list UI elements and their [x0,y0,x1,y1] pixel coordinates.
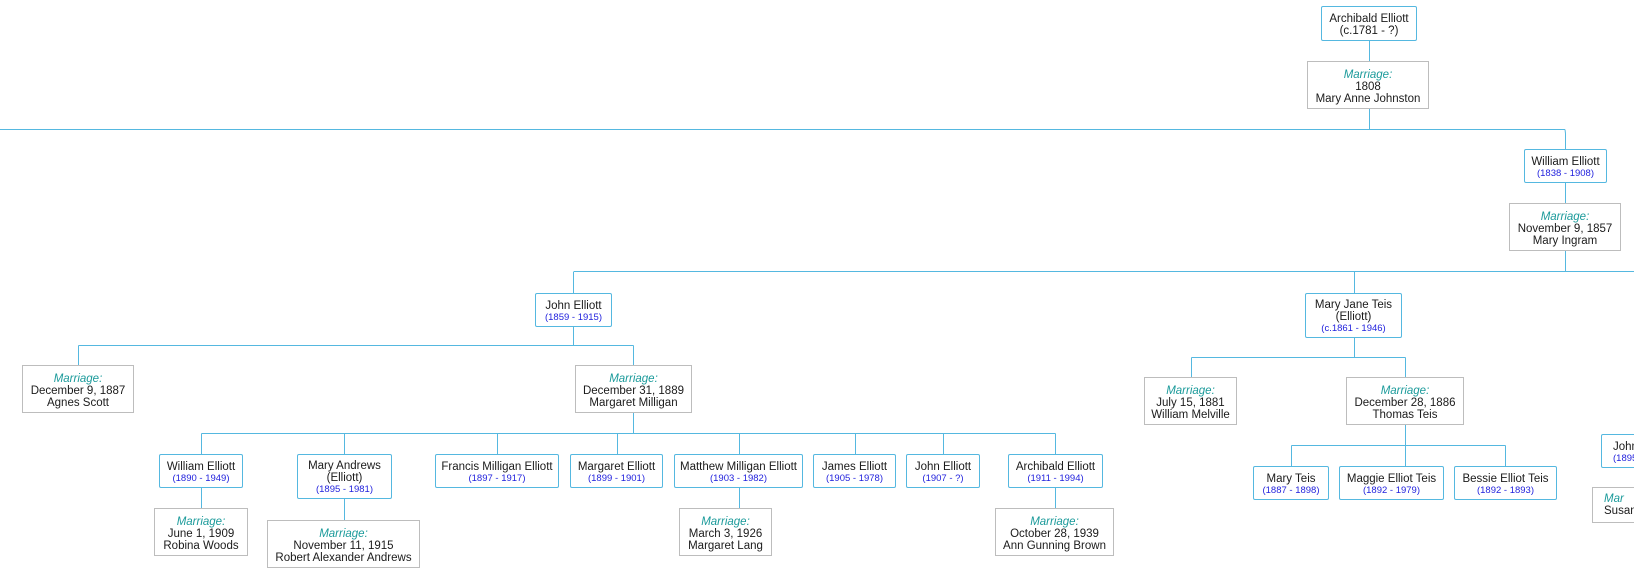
marriage-partial-susan[interactable]: Mar Susan [1592,487,1634,523]
person-dates: (c.1861 - 1946) [1321,323,1386,334]
person-dates: (1892 - 1893) [1476,485,1535,496]
person-dates: (1907 - ?) [922,473,964,484]
person-john-elliott-1859[interactable]: John Elliott (1859 - 1915) [535,293,612,327]
person-bessie-elliot-teis[interactable]: Bessie Elliot Teis (1892 - 1893) [1454,466,1557,500]
person-maggie-elliot-teis[interactable]: Maggie Elliot Teis (1892 - 1979) [1339,466,1444,500]
person-mary-andrews[interactable]: Mary Andrews (Elliott) (1895 - 1981) [297,454,392,499]
marriage-1889-margaret-milligan[interactable]: Marriage: December 31, 1889 Margaret Mil… [575,365,692,413]
marriage-spouse: Mary Anne Johnston [1315,93,1421,105]
person-dates: (1899 - 1901) [587,473,646,484]
marriage-1857[interactable]: Marriage: November 9, 1857 Mary Ingram [1509,203,1621,251]
marriage-spouse: Robina Woods [163,540,239,552]
marriage-date: July 15, 1881 [1156,397,1225,409]
marriage-spouse: Margaret Lang [688,540,763,552]
marriage-label: Marriage: [1343,69,1393,81]
marriage-date: November 9, 1857 [1517,223,1613,235]
person-name: Mary Jane Teis [1314,299,1393,311]
person-william-elliott-1890[interactable]: William Elliott (1890 - 1949) [159,454,243,488]
person-dates: (1890 - 1949) [172,473,230,484]
person-john-elliott-1907[interactable]: John Elliott (1907 - ?) [906,454,980,488]
marriage-label: Marriage: [1030,516,1079,528]
marriage-spouse: Agnes Scott [46,397,109,409]
marriage-date: December 31, 1889 [582,385,684,397]
marriage-date: December 28, 1886 [1354,397,1456,409]
person-mary-jane-teis[interactable]: Mary Jane Teis (Elliott) (c.1861 - 1946) [1305,293,1402,338]
person-name: John Elliott [914,461,972,473]
person-name: James Elliott [821,461,888,473]
person-dates: (1859 - 1915) [544,312,603,323]
marriage-date: June 1, 1909 [167,528,235,540]
marriage-1886-thomas-teis[interactable]: Marriage: December 28, 1886 Thomas Teis [1346,377,1464,425]
marriage-spouse: William Melville [1151,409,1230,421]
marriage-spouse: Mary Ingram [1532,235,1598,247]
marriage-label: Marriage: [319,528,368,540]
person-john-partial[interactable]: John (1895 [1601,434,1634,468]
person-mary-teis[interactable]: Mary Teis (1887 - 1898) [1253,466,1329,500]
person-name: Mary Teis [1266,473,1316,485]
person-name: Matthew Milligan Elliott [680,461,797,473]
person-dates: (1895 - 1981) [315,484,374,495]
marriage-spouse: Susan [1604,505,1634,517]
marriage-label: Marriage: [701,516,750,528]
person-name: William Elliott [166,461,236,473]
person-name: Mary Andrews [308,460,381,472]
person-name: John [1613,441,1634,453]
marriage-date: March 3, 1926 [688,528,763,540]
marriage-date: October 28, 1939 [1010,528,1099,540]
marriage-date: December 9, 1887 [30,385,126,397]
person-dates: (1903 - 1982) [709,473,768,484]
person-dates: (1838 - 1908) [1536,168,1595,179]
marriage-spouse: Robert Alexander Andrews [275,552,412,564]
person-matthew-milligan-elliott[interactable]: Matthew Milligan Elliott (1903 - 1982) [674,454,803,488]
person-dates: (1895 [1613,453,1634,464]
marriage-label: Marriage: [609,373,658,385]
marriage-date: November 11, 1915 [293,540,394,552]
person-name: William Elliott [1531,156,1600,168]
marriage-spouse: Margaret Milligan [589,397,678,409]
marriage-spouse: Ann Gunning Brown [1003,540,1106,552]
person-name: Francis Milligan Elliott [441,461,553,473]
marriage-date: 1808 [1355,81,1381,93]
marriage-1887-agnes-scott[interactable]: Marriage: December 9, 1887 Agnes Scott [22,365,134,413]
person-william-elliott-1838[interactable]: William Elliott (1838 - 1908) [1524,149,1607,183]
person-dates: (1905 - 1978) [825,473,884,484]
marriage-1881-william-melville[interactable]: Marriage: July 15, 1881 William Melville [1144,377,1237,425]
person-name: Bessie Elliot Teis [1462,473,1549,485]
person-name-maiden: (Elliott) [1335,311,1372,323]
person-dates: (1887 - 1898) [1262,485,1320,496]
person-name: Archibald Elliott [1015,461,1096,473]
person-archibald-elliott-1781[interactable]: Archibald Elliott (c.1781 - ?) [1321,6,1417,41]
marriage-1808[interactable]: Marriage: 1808 Mary Anne Johnston [1307,61,1429,109]
person-dates: (1897 - 1917) [468,473,526,484]
person-name: Archibald Elliott [1329,13,1409,25]
marriage-label: Marriage: [176,516,226,528]
marriage-label: Marriage: [1380,385,1430,397]
marriage-label: Mar [1604,493,1624,505]
person-name: Margaret Elliott [577,461,656,473]
marriage-1939-ann-gunning-brown[interactable]: Marriage: October 28, 1939 Ann Gunning B… [995,508,1114,556]
person-name-maiden: (Elliott) [326,472,363,484]
person-francis-milligan-elliott[interactable]: Francis Milligan Elliott (1897 - 1917) [435,454,559,488]
person-name: Maggie Elliot Teis [1346,473,1437,485]
person-name: John Elliott [545,300,602,312]
person-dates: (1911 - 1994) [1027,473,1084,484]
marriage-1926-margaret-lang[interactable]: Marriage: March 3, 1926 Margaret Lang [679,508,772,556]
person-james-elliott[interactable]: James Elliott (1905 - 1978) [813,454,896,488]
marriage-1909-robina-woods[interactable]: Marriage: June 1, 1909 Robina Woods [154,508,248,556]
person-margaret-elliott-1899[interactable]: Margaret Elliott (1899 - 1901) [570,454,663,488]
marriage-1915-robert-andrews[interactable]: Marriage: November 11, 1915 Robert Alexa… [267,520,420,568]
marriage-label: Marriage: [1540,211,1590,223]
person-dates: (1892 - 1979) [1362,485,1421,496]
person-dates: (c.1781 - ?) [1339,25,1399,37]
person-archibald-elliott-1911[interactable]: Archibald Elliott (1911 - 1994) [1008,454,1103,488]
marriage-label: Marriage: [53,373,103,385]
marriage-spouse: Thomas Teis [1372,409,1438,421]
marriage-label: Marriage: [1166,385,1215,397]
